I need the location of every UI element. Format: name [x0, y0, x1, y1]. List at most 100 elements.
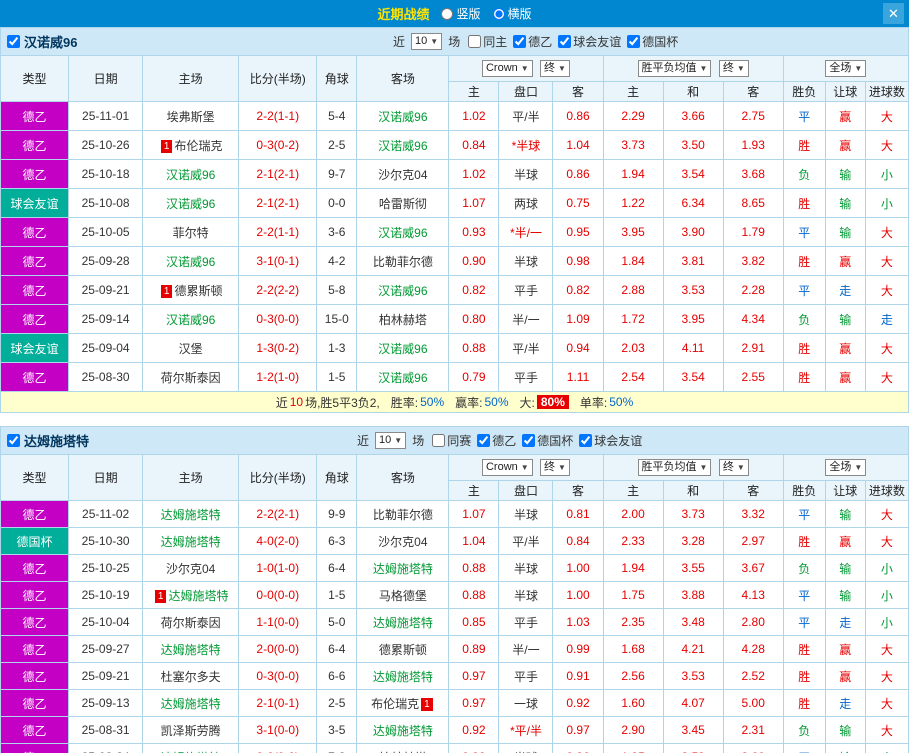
filter-checkbox[interactable] — [477, 434, 491, 447]
team-name[interactable]: 柏林赫塔 — [379, 313, 427, 327]
final-odds-select[interactable]: 终 ▼ — [718, 60, 749, 77]
team-name[interactable]: 埃弗斯堡 — [167, 110, 215, 124]
team-name[interactable]: 汉诺威96 — [166, 313, 215, 327]
team-toggle[interactable]: 汉诺威96 — [7, 32, 77, 51]
filter-checkbox[interactable] — [627, 35, 641, 48]
match-date: 25-10-04 — [68, 608, 144, 636]
competition-badge: 德乙 — [0, 304, 70, 334]
final-odds-select[interactable]: 终 ▼ — [540, 60, 570, 77]
team-checkbox[interactable] — [7, 434, 20, 447]
team-name[interactable]: 凯泽斯劳腾 — [161, 724, 221, 738]
bookmaker-select[interactable]: Crown ▼ — [481, 60, 533, 77]
filter-option[interactable]: 同主 — [468, 33, 507, 50]
team-name[interactable]: 达姆施塔特 — [373, 670, 433, 684]
col-date: 日期 — [68, 454, 144, 501]
team-name[interactable]: 汉诺威96 — [166, 255, 215, 269]
avg-odds-select[interactable]: 胜平负均值 ▼ — [637, 459, 712, 476]
filter-option[interactable]: 同赛 — [432, 432, 471, 449]
home-odds: 1.02 — [448, 101, 500, 131]
filter-label: 德国杯 — [642, 35, 679, 49]
avg-draw-odds: 3.88 — [662, 581, 724, 609]
filter-option[interactable]: 球会友谊 — [579, 432, 642, 449]
horizontal-radio[interactable] — [492, 7, 505, 20]
layout-vertical-option[interactable]: 竖版 — [441, 5, 481, 22]
handicap-line: 平/半 — [498, 101, 554, 131]
team-name[interactable]: 达姆施塔特 — [373, 562, 433, 576]
avg-away-odds: 3.32 — [722, 500, 784, 528]
team-name[interactable]: 汉诺威96 — [378, 284, 427, 298]
filter-checkbox[interactable] — [432, 434, 446, 447]
team-name[interactable]: 达姆施塔特 — [161, 643, 221, 657]
team-name[interactable]: 汉诺威96 — [378, 139, 427, 153]
team-name[interactable]: 德累斯顿 — [174, 284, 222, 298]
team-name[interactable]: 杜塞尔多夫 — [161, 670, 221, 684]
filter-checkbox[interactable] — [468, 35, 482, 48]
avg-draw-odds: 6.34 — [662, 188, 724, 218]
team-toggle[interactable]: 达姆施塔特 — [7, 431, 89, 450]
final-odds-select[interactable]: 终 ▼ — [718, 459, 749, 476]
team-name[interactable]: 布伦瑞克 — [371, 697, 419, 711]
col-handicap: 盘口 — [498, 81, 554, 102]
team-name[interactable]: 达姆施塔特 — [373, 616, 433, 630]
match-date: 25-10-26 — [68, 130, 144, 160]
team-name[interactable]: 汉堡 — [179, 342, 203, 356]
team-name[interactable]: 布伦瑞克 — [174, 139, 222, 153]
filter-checkbox[interactable] — [558, 35, 572, 48]
team-name[interactable]: 马格德堡 — [379, 589, 427, 603]
team-name[interactable]: 沙尔克04 — [378, 168, 427, 182]
team-name[interactable]: 达姆施塔特 — [373, 724, 433, 738]
home-odds: 0.92 — [448, 716, 500, 744]
team-name[interactable]: 哈雷斯彻 — [379, 197, 427, 211]
match-count-select[interactable]: 10 ▼ — [375, 432, 407, 449]
filter-option[interactable]: 德乙 — [477, 432, 516, 449]
vertical-radio[interactable] — [441, 7, 454, 20]
fulltime-select[interactable]: 全场 ▼ — [825, 459, 867, 476]
result-handicap: 输 — [824, 500, 866, 528]
team-name[interactable]: 达姆施塔特 — [161, 508, 221, 522]
avg-draw-odds: 3.48 — [662, 608, 724, 636]
col-result: 胜负 — [782, 480, 826, 501]
team-name[interactable]: 汉诺威96 — [378, 371, 427, 385]
team-name[interactable]: 荷尔斯泰因 — [161, 616, 221, 630]
filter-option[interactable]: 德国杯 — [522, 432, 573, 449]
home-odds: 0.80 — [448, 304, 500, 334]
filter-checkbox[interactable] — [513, 35, 527, 48]
corner-count: 1-3 — [316, 333, 358, 363]
filter-checkbox[interactable] — [522, 434, 536, 447]
away-odds: 0.92 — [552, 689, 604, 717]
filter-option[interactable]: 德乙 — [513, 33, 552, 50]
bookmaker-select[interactable]: Crown ▼ — [481, 459, 533, 476]
team-name[interactable]: 汉诺威96 — [378, 226, 427, 240]
away-team: 汉诺威96 — [356, 275, 450, 305]
team-name[interactable]: 达姆施塔特 — [168, 589, 228, 603]
corner-count: 6-4 — [316, 635, 358, 663]
team-checkbox[interactable] — [7, 35, 20, 48]
fulltime-select[interactable]: 全场 ▼ — [825, 60, 867, 77]
layout-horizontal-option[interactable]: 横版 — [492, 5, 532, 22]
close-button[interactable]: ✕ — [883, 3, 904, 24]
filter-option[interactable]: 德国杯 — [627, 33, 678, 50]
filter-option[interactable]: 球会友谊 — [558, 33, 621, 50]
team-name[interactable]: 汉诺威96 — [166, 197, 215, 211]
team-name[interactable]: 达姆施塔特 — [161, 697, 221, 711]
team-name[interactable]: 沙尔克04 — [166, 562, 215, 576]
team-name[interactable]: 沙尔克04 — [378, 535, 427, 549]
team-name[interactable]: 达姆施塔特 — [161, 535, 221, 549]
team-name[interactable]: 汉诺威96 — [378, 110, 427, 124]
match-count-select[interactable]: 10 ▼ — [411, 33, 443, 50]
result-handicap: 赢 — [824, 662, 866, 690]
avg-odds-select[interactable]: 胜平负均值 ▼ — [637, 60, 712, 77]
corner-count: 6-4 — [316, 554, 358, 582]
team-name[interactable]: 汉诺威96 — [166, 168, 215, 182]
chevron-down-icon: ▼ — [558, 64, 566, 73]
result-wdl: 负 — [782, 554, 826, 582]
team-name[interactable]: 菲尔特 — [173, 226, 209, 240]
competition-badge: 德乙 — [0, 246, 70, 276]
final-odds-select[interactable]: 终 ▼ — [540, 459, 570, 476]
team-name[interactable]: 荷尔斯泰因 — [161, 371, 221, 385]
filter-checkbox[interactable] — [579, 434, 593, 447]
team-name[interactable]: 比勒菲尔德 — [373, 508, 433, 522]
team-name[interactable]: 比勒菲尔德 — [373, 255, 433, 269]
team-name[interactable]: 汉诺威96 — [378, 342, 427, 356]
team-name[interactable]: 德累斯顿 — [379, 643, 427, 657]
